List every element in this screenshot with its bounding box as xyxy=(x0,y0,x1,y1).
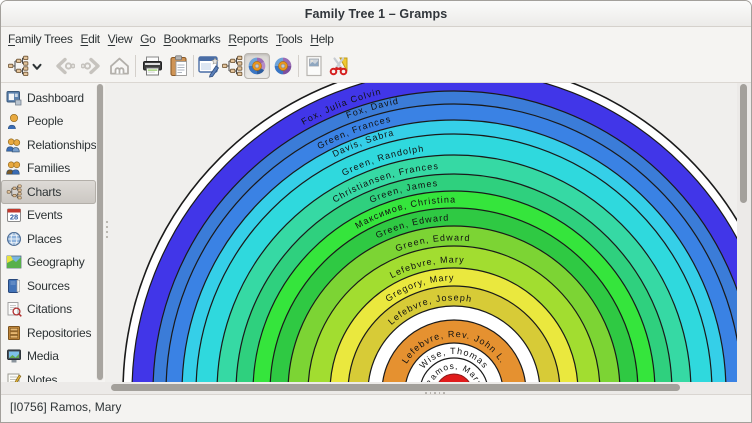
svg-text:28: 28 xyxy=(10,213,18,222)
